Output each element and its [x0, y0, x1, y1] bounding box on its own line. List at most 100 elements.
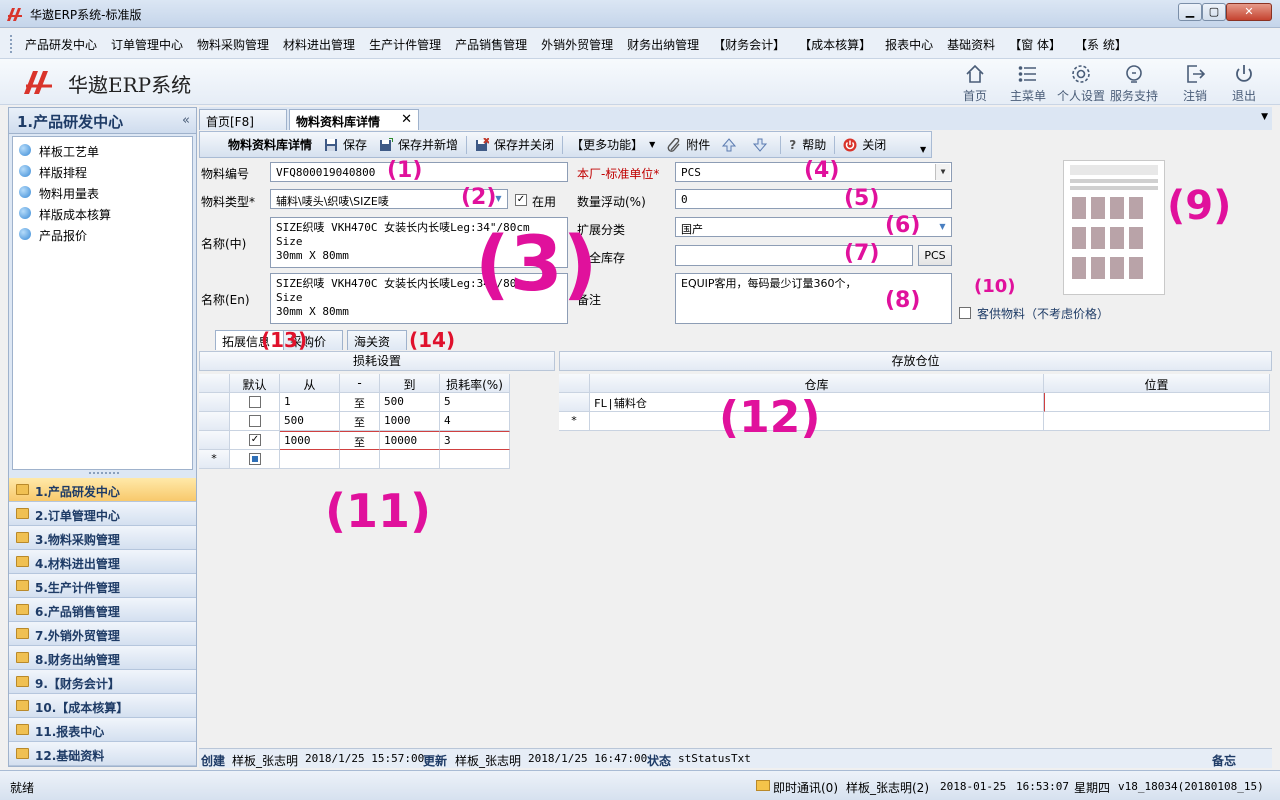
chevron-down-icon[interactable]: ▼	[935, 164, 950, 180]
module-item[interactable]: 12.基础资料	[9, 742, 196, 766]
menu-item[interactable]: 报表中心	[878, 36, 940, 53]
column-header[interactable]: 默认	[230, 374, 280, 393]
module-item[interactable]: 1.产品研发中心	[9, 478, 196, 502]
header-button-power[interactable]: 退出	[1216, 63, 1272, 103]
save-and-close-button[interactable]: 保存并关闭	[469, 136, 560, 153]
move-up-button[interactable]	[716, 137, 747, 152]
sidebar-item[interactable]: 样版排程	[13, 161, 192, 182]
save-and-new-button[interactable]: 保存并新增	[373, 136, 464, 153]
header-button-gear[interactable]: 个人设置	[1053, 63, 1109, 103]
material-image-preview[interactable]	[1063, 160, 1165, 295]
close-window-button[interactable]: ✕	[1226, 3, 1272, 21]
to-cell[interactable]: 10000	[380, 431, 440, 450]
module-item[interactable]: 7.外销外贸管理	[9, 622, 196, 646]
location-cell[interactable]	[1044, 393, 1270, 412]
menu-item[interactable]: 订单管理中心	[104, 36, 190, 53]
column-header[interactable]: 从	[280, 374, 340, 393]
new-row-indicator[interactable]: *	[199, 450, 230, 469]
module-item[interactable]: 2.订单管理中心	[9, 502, 196, 526]
collapse-panel-button[interactable]: «	[182, 113, 190, 128]
menu-item[interactable]: 生产计件管理	[362, 36, 448, 53]
column-header[interactable]: 位置	[1044, 374, 1270, 393]
row-indicator[interactable]	[199, 393, 230, 412]
to-cell[interactable]: 500	[380, 393, 440, 412]
empty-cell[interactable]	[280, 450, 340, 469]
from-cell[interactable]: 500	[280, 412, 340, 431]
menu-item[interactable]: 【系 统】	[1068, 36, 1134, 53]
column-header[interactable]: 到	[380, 374, 440, 393]
column-header[interactable]: 仓库	[590, 374, 1044, 393]
sidebar-item[interactable]: 样版成本核算	[13, 203, 192, 224]
close-button[interactable]: 关闭	[837, 136, 892, 153]
menu-item[interactable]: 【成本核算】	[792, 36, 878, 53]
empty-cell[interactable]	[340, 450, 380, 469]
module-item[interactable]: 3.物料采购管理	[9, 526, 196, 550]
from-cell[interactable]: 1000	[280, 431, 340, 450]
menu-item[interactable]: 【窗 体】	[1002, 36, 1068, 53]
loss-rate-cell[interactable]: 5	[440, 393, 510, 412]
default-cell[interactable]	[230, 412, 280, 431]
module-item[interactable]: 10.【成本核算】	[9, 694, 196, 718]
header-button-support[interactable]: 服务支持	[1106, 63, 1162, 103]
default-checkbox[interactable]	[249, 396, 261, 408]
empty-cell[interactable]	[380, 450, 440, 469]
menu-item[interactable]: 材料进出管理	[276, 36, 362, 53]
sidebar-item[interactable]: 产品报价	[13, 224, 192, 245]
column-header[interactable]: -	[340, 374, 380, 393]
customer-supplied-checkbox[interactable]	[959, 307, 971, 319]
from-cell[interactable]: 1	[280, 393, 340, 412]
header-button-home[interactable]: 首页	[947, 63, 1003, 103]
header-button-logout[interactable]: 注销	[1167, 63, 1223, 103]
safety-stock-unit-button[interactable]: PCS	[918, 245, 952, 266]
save-button[interactable]: 保存	[318, 136, 373, 153]
default-cell[interactable]	[230, 393, 280, 412]
sidebar-item[interactable]: 样板工艺单	[13, 140, 192, 161]
module-item[interactable]: 6.产品销售管理	[9, 598, 196, 622]
more-functions-button[interactable]: 【更多功能】 ▼	[565, 136, 661, 153]
memo-button[interactable]: 备忘	[1212, 752, 1236, 769]
menu-item[interactable]: 基础资料	[940, 36, 1002, 53]
header-button-list[interactable]: 主菜单	[1000, 63, 1056, 103]
loss-rate-cell[interactable]: 3	[440, 431, 510, 450]
default-checkbox[interactable]	[249, 453, 261, 465]
help-button[interactable]: ? 帮助	[783, 136, 832, 153]
menu-item[interactable]: 物料采购管理	[190, 36, 276, 53]
chevron-down-icon[interactable]: ▼	[935, 219, 950, 235]
loss-rate-cell[interactable]: 4	[440, 412, 510, 431]
minimize-button[interactable]: ▁	[1178, 3, 1202, 21]
menu-item[interactable]: 外销外贸管理	[534, 36, 620, 53]
tab-customs-data[interactable]: 海关资料	[347, 330, 407, 366]
move-down-button[interactable]	[747, 138, 778, 152]
sidebar-item[interactable]: 物料用量表	[13, 182, 192, 203]
menu-item[interactable]: 产品研发中心	[18, 36, 104, 53]
tab-home[interactable]: 首页[F8]	[199, 109, 287, 130]
default-cell[interactable]	[230, 450, 280, 469]
instant-messaging[interactable]: 即时通讯(0)	[773, 779, 838, 796]
tab-material-detail[interactable]: 物料资料库详情 ✕	[289, 109, 419, 130]
module-item[interactable]: 8.财务出纳管理	[9, 646, 196, 670]
quantity-float-input[interactable]: 0	[675, 189, 952, 209]
empty-cell[interactable]	[1044, 412, 1270, 431]
module-item[interactable]: 9.【财务会计】	[9, 670, 196, 694]
module-item[interactable]: 11.报表中心	[9, 718, 196, 742]
module-item[interactable]: 4.材料进出管理	[9, 550, 196, 574]
close-tab-icon[interactable]: ✕	[401, 112, 412, 127]
default-cell[interactable]: ✓	[230, 431, 280, 450]
in-use-checkbox[interactable]: ✓	[515, 194, 527, 206]
column-header[interactable]: 损耗率(%)	[440, 374, 510, 393]
menu-item[interactable]: 产品销售管理	[448, 36, 534, 53]
row-indicator[interactable]	[199, 431, 230, 450]
attachment-button[interactable]: 附件	[661, 136, 716, 153]
toolbar-overflow-icon[interactable]: ▼	[920, 145, 926, 154]
default-checkbox[interactable]	[249, 415, 261, 427]
menu-item[interactable]: 财务出纳管理	[620, 36, 706, 53]
empty-cell[interactable]	[440, 450, 510, 469]
mail-icon[interactable]	[756, 780, 770, 791]
row-indicator[interactable]	[559, 393, 590, 412]
maximize-button[interactable]: ▢	[1202, 3, 1226, 21]
module-item[interactable]: 5.生产计件管理	[9, 574, 196, 598]
tab-list-dropdown-icon[interactable]: ▼	[1261, 112, 1268, 122]
new-row-indicator[interactable]: *	[559, 412, 590, 431]
panel-splitter[interactable]	[89, 472, 119, 476]
to-cell[interactable]: 1000	[380, 412, 440, 431]
